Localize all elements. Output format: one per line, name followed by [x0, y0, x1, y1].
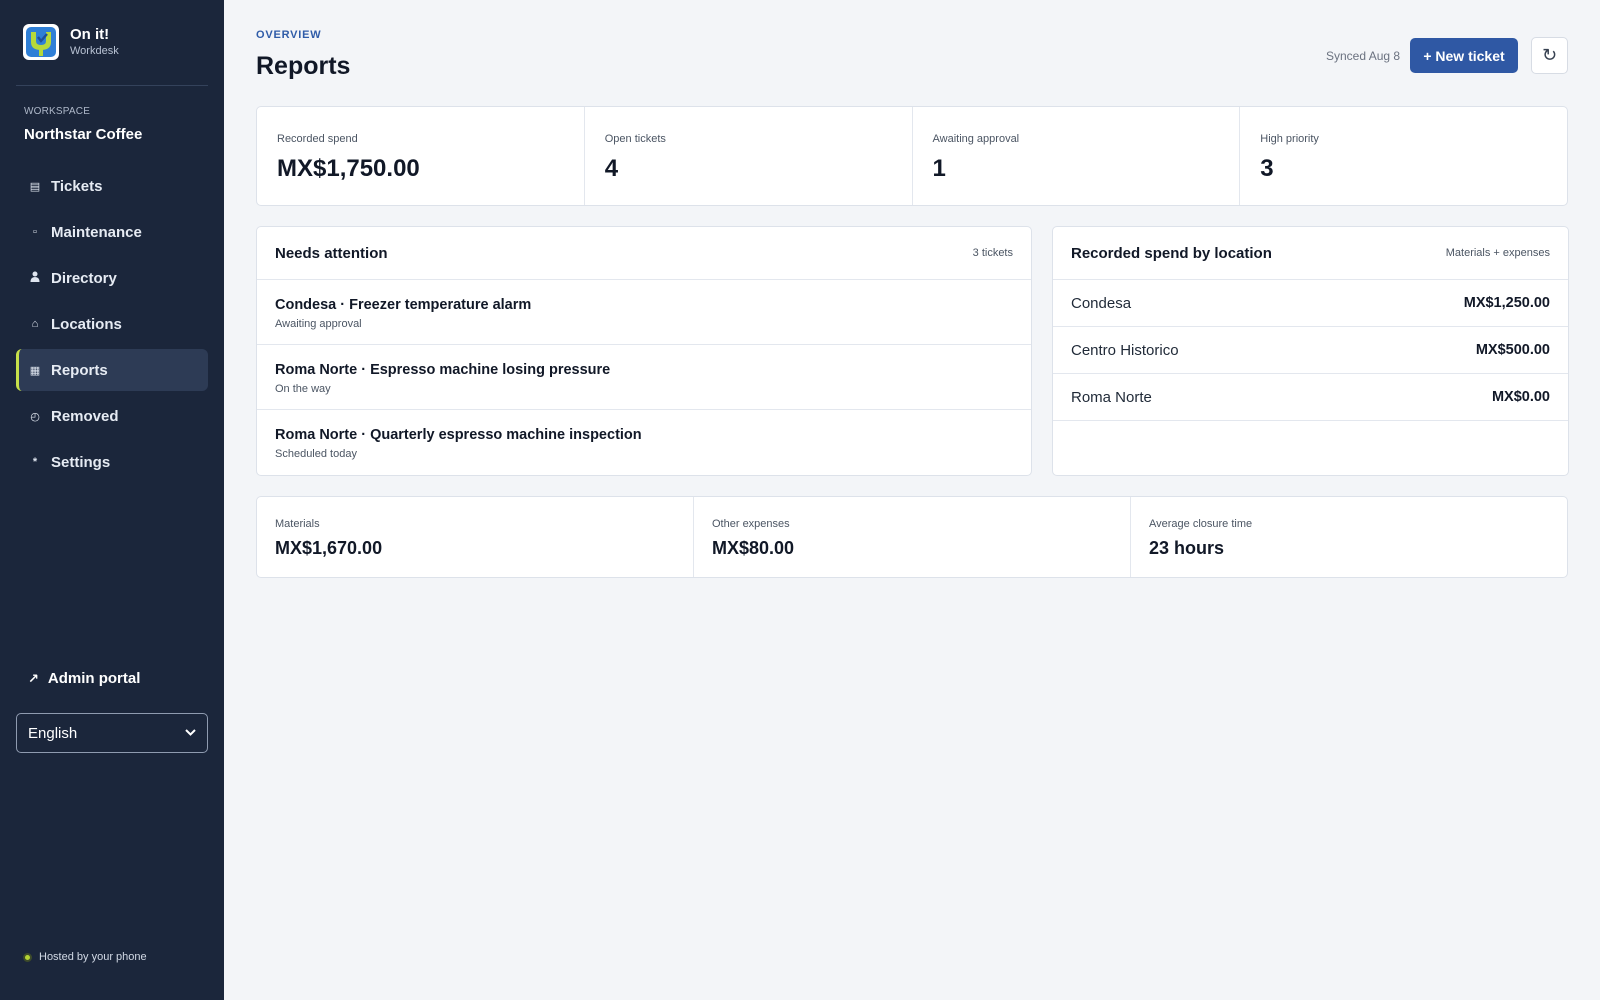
status-dot-icon — [23, 952, 32, 962]
attention-item-status: Scheduled today — [275, 448, 357, 460]
workspace-name[interactable]: Northstar Coffee — [24, 126, 142, 143]
stat-high-priority: High priority 3 — [1240, 107, 1567, 205]
stat-value: 23 hours — [1149, 538, 1225, 558]
stat-average-closure-time: Average closure time 23 hours — [1131, 497, 1567, 577]
attention-item-title: Roma Norte · Quarterly espresso machine … — [275, 427, 642, 443]
language-selected: English — [28, 724, 78, 742]
chart-icon: ▦ — [29, 364, 41, 377]
attention-item-status: On the way — [275, 383, 331, 395]
workspace-label: WORKSPACE — [24, 106, 91, 117]
hosted-status: Hosted by your phone — [23, 951, 147, 963]
sidebar-item-locations[interactable]: ⌂ Locations — [16, 303, 208, 345]
attention-item[interactable]: Condesa · Freezer temperature alarm Awai… — [257, 280, 1031, 345]
panel-title: Needs attention — [275, 244, 388, 262]
brand-subtitle: Workdesk — [70, 45, 119, 57]
external-link-icon: ↗ — [28, 670, 39, 686]
panel-title: Recorded spend by location — [1071, 244, 1272, 262]
home-icon: ⌂ — [31, 318, 39, 330]
sidebar: On it! Workdesk WORKSPACE Northstar Coff… — [0, 0, 224, 1000]
sidebar-item-label: Directory — [51, 269, 117, 287]
stat-value: 3 — [1260, 155, 1274, 182]
sidebar-item-settings[interactable]: * Settings — [16, 441, 208, 483]
sidebar-item-label: Reports — [51, 361, 108, 379]
chevron-down-icon — [185, 727, 196, 739]
stat-other-expenses: Other expenses MX$80.00 — [694, 497, 1131, 577]
stat-label: Open tickets — [604, 133, 666, 145]
sidebar-item-label: Locations — [51, 315, 122, 333]
stat-label: Awaiting approval — [932, 133, 1020, 145]
stat-label: Recorded spend — [277, 133, 358, 145]
asterisk-icon: * — [32, 456, 38, 468]
admin-portal-label: Admin portal — [47, 670, 141, 687]
attention-item[interactable]: Roma Norte · Espresso machine losing pre… — [257, 345, 1031, 410]
sidebar-item-tickets[interactable]: ▤ Tickets — [16, 165, 208, 207]
summary-stats: Recorded spend MX$1,750.00 Open tickets … — [256, 106, 1568, 206]
panel-header: Recorded spend by location Materials + e… — [1053, 227, 1568, 280]
location-amount: MX$0.00 — [1491, 389, 1550, 405]
stat-value: 4 — [604, 155, 619, 182]
location-amount: MX$1,250.00 — [1463, 295, 1550, 311]
panel-meta: Materials + expenses — [1445, 247, 1550, 259]
stat-recorded-spend: Recorded spend MX$1,750.00 — [257, 107, 585, 205]
stat-label: Average closure time — [1149, 518, 1253, 530]
stat-value: MX$80.00 — [712, 538, 795, 558]
stat-materials: Materials MX$1,670.00 — [257, 497, 694, 577]
list-icon: ▤ — [29, 180, 41, 193]
attention-item-title: Condesa · Freezer temperature alarm — [275, 297, 532, 313]
sync-status: Synced Aug 8 — [1326, 49, 1401, 63]
location-amount: MX$500.00 — [1475, 342, 1550, 358]
location-row: Roma Norte MX$0.00 — [1053, 374, 1568, 421]
needs-attention-panel: Needs attention 3 tickets Condesa · Free… — [256, 226, 1032, 476]
location-name: Condesa — [1071, 294, 1132, 312]
sidebar-item-label: Maintenance — [51, 223, 142, 241]
sidebar-item-removed[interactable]: ◴ Removed — [16, 395, 208, 437]
brand[interactable]: On it! Workdesk — [23, 24, 119, 60]
ticket-count: 3 tickets — [972, 247, 1013, 259]
stat-value: MX$1,750.00 — [277, 155, 420, 182]
panel-header: Needs attention 3 tickets — [257, 227, 1031, 280]
sidebar-item-label: Removed — [51, 407, 119, 425]
stat-label: Other expenses — [712, 518, 790, 530]
hosted-label: Hosted by your phone — [39, 951, 147, 963]
brand-name: On it! — [70, 26, 110, 43]
stat-label: Materials — [275, 518, 320, 530]
location-name: Roma Norte — [1071, 388, 1152, 406]
stat-label: High priority — [1260, 133, 1319, 145]
refresh-button[interactable]: ↻ — [1531, 37, 1568, 74]
location-row: Condesa MX$1,250.00 — [1053, 280, 1568, 327]
cost-breakdown-stats: Materials MX$1,670.00 Other expenses MX$… — [256, 496, 1568, 578]
attention-item-status: Awaiting approval — [275, 318, 362, 330]
stat-value: MX$1,670.00 — [275, 538, 383, 558]
attention-item-title: Roma Norte · Espresso machine losing pre… — [275, 362, 611, 378]
spend-by-location-panel: Recorded spend by location Materials + e… — [1052, 226, 1569, 476]
language-select[interactable]: English — [16, 713, 208, 753]
page-eyebrow: OVERVIEW — [256, 29, 322, 41]
sidebar-item-reports[interactable]: ▦ Reports — [16, 349, 208, 391]
square-icon: ▫ — [33, 226, 37, 238]
attention-item[interactable]: Roma Norte · Quarterly espresso machine … — [257, 410, 1031, 475]
stat-value: 1 — [932, 155, 946, 182]
sidebar-item-directory[interactable]: Directory — [16, 257, 208, 299]
sidebar-divider — [16, 85, 208, 86]
stat-awaiting-approval: Awaiting approval 1 — [913, 107, 1241, 205]
sidebar-item-label: Tickets — [51, 177, 103, 195]
admin-portal-link[interactable]: ↗ Admin portal — [28, 670, 140, 687]
location-name: Centro Historico — [1071, 341, 1179, 359]
sidebar-item-maintenance[interactable]: ▫ Maintenance — [16, 211, 208, 253]
location-row: Centro Historico MX$500.00 — [1053, 327, 1568, 374]
app-logo-icon — [23, 24, 59, 60]
clock-icon: ◴ — [30, 410, 40, 423]
sidebar-nav: ▤ Tickets ▫ Maintenance Directory ⌂ Loca… — [16, 165, 208, 487]
new-ticket-button[interactable]: + New ticket — [1410, 38, 1518, 73]
page-title: Reports — [256, 52, 351, 80]
person-icon — [28, 271, 42, 285]
refresh-icon: ↻ — [1541, 45, 1558, 65]
sidebar-item-label: Settings — [51, 453, 111, 471]
stat-open-tickets: Open tickets 4 — [585, 107, 913, 205]
